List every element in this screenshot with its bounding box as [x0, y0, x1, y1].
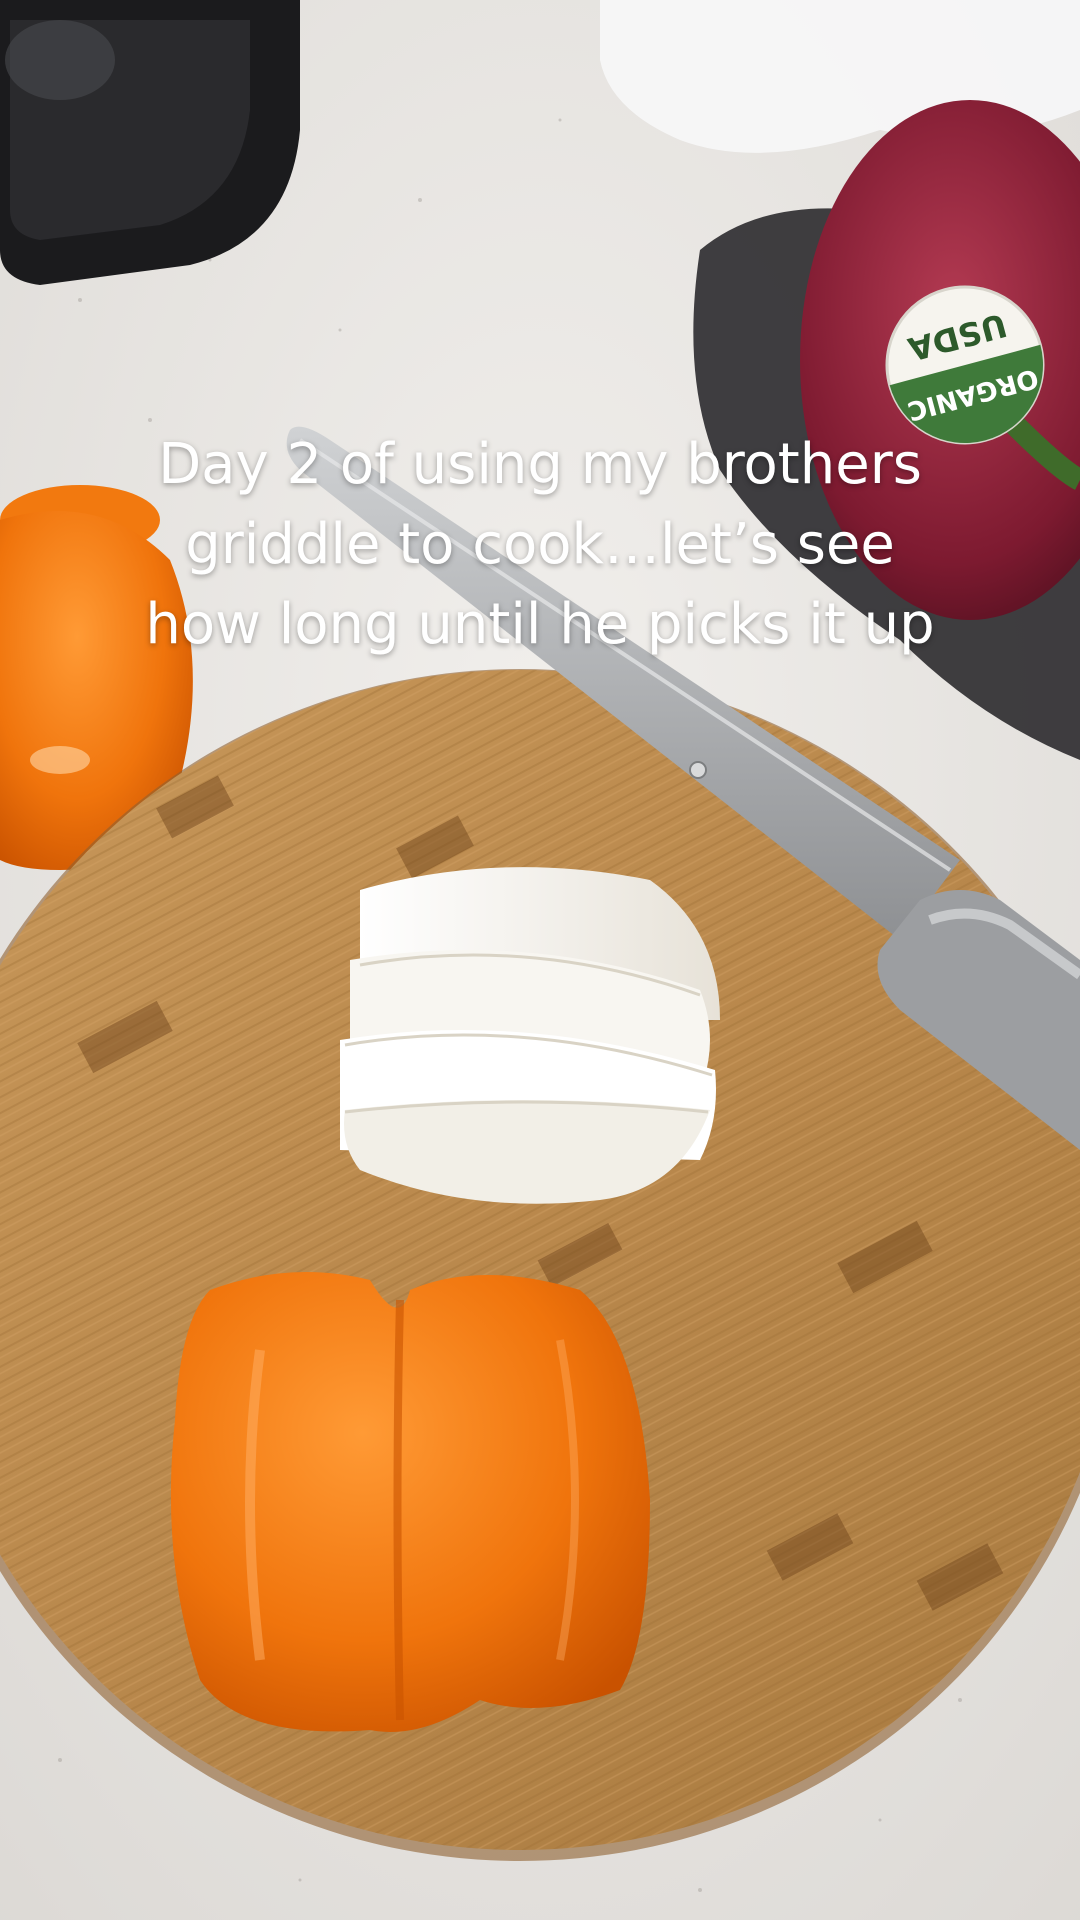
- kitchen-photo: ORGANIC USDA: [0, 0, 1080, 1920]
- caption-line: Day 2 of using my brothers: [158, 432, 922, 497]
- cut-orange-pepper: [170, 1272, 650, 1732]
- sliced-white-onion: [340, 867, 720, 1204]
- caption-line: griddle to cook…let’s see: [185, 512, 895, 577]
- video-caption: Day 2 of using my brothers griddle to co…: [60, 425, 1020, 665]
- caption-line: how long until he picks it up: [145, 592, 935, 657]
- photo-scene: ORGANIC USDA Day 2 of using my brothers …: [0, 0, 1080, 1920]
